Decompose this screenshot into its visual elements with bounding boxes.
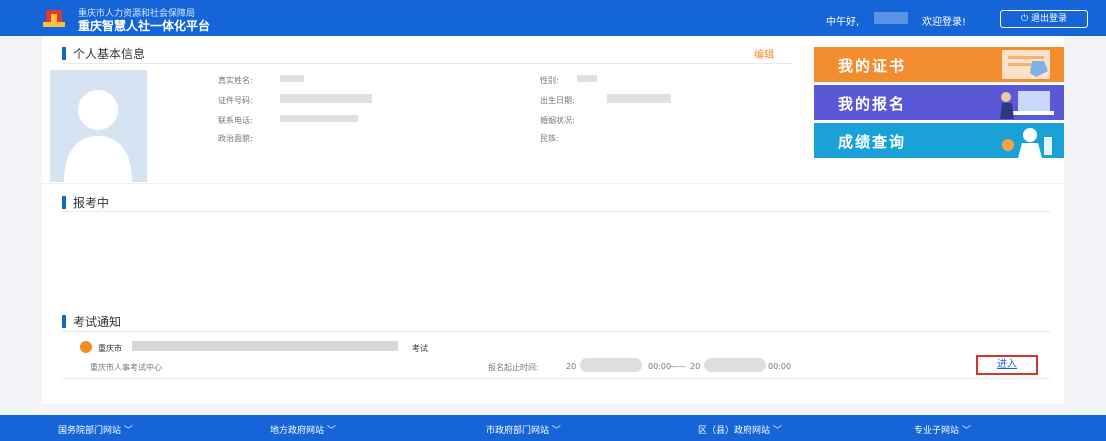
start-time: 00:00 — [648, 362, 672, 371]
emblem-logo-icon — [43, 10, 65, 27]
birthdate-label: 出生日期: — [540, 96, 575, 105]
my-registration-card[interactable]: 我的报名 — [814, 85, 1064, 120]
start-date-redacted — [580, 358, 642, 372]
footer-link-label: 专业子网站 — [914, 426, 960, 436]
enter-button[interactable]: 进入 — [976, 355, 1038, 375]
ethnicity-label: 民族: — [540, 134, 559, 143]
notice-row-divider — [62, 378, 1050, 379]
notice-divider — [62, 331, 1050, 332]
footer-link-district-gov[interactable]: 区（县）政府网站 ﹀ — [698, 423, 782, 436]
period-label: 报名起止时间: — [488, 363, 539, 372]
welcome-text: 欢迎登录! — [922, 17, 967, 28]
signup-icon — [1000, 91, 1054, 119]
birthdate-redacted — [607, 94, 671, 103]
real-name-redacted — [280, 75, 304, 82]
my-certificate-card[interactable]: 我的证书 — [814, 47, 1064, 82]
profile-section-title: 个人基本信息 — [62, 45, 145, 62]
logout-label: 退出登录 — [1030, 14, 1067, 24]
id-number-redacted — [280, 94, 372, 103]
greeting-text: 中午好, — [826, 17, 860, 28]
phone-redacted — [280, 115, 358, 122]
card-label: 我的证书 — [838, 57, 907, 75]
footer-link-label: 区（县）政府网站 — [698, 426, 771, 436]
start-year-prefix: 20 — [566, 362, 577, 371]
applying-section-title: 报考中 — [62, 194, 109, 211]
notice-exam-suffix: 考试 — [412, 344, 428, 353]
certificate-icon — [1002, 50, 1050, 79]
card-label: 成绩查询 — [838, 133, 907, 151]
exam-name-redacted — [132, 341, 398, 351]
footer-link-local-gov[interactable]: 地方政府网站 ﹀ — [270, 423, 336, 436]
end-date-redacted — [704, 358, 766, 372]
gender-label: 性别: — [540, 76, 559, 85]
footer-link-city-dept[interactable]: 市政府部门网站 ﹀ — [486, 423, 561, 436]
avatar — [50, 70, 147, 182]
end-time: 00:00 — [768, 362, 792, 371]
notice-org: 重庆市人事考试中心 — [90, 363, 162, 372]
top-bar: 重庆市人力资源和社会保障局 重庆智慧人社一体化平台 中午好, 欢迎登录! ⏻ 退… — [0, 0, 1106, 36]
gender-redacted — [577, 75, 597, 82]
user-name-redacted — [874, 12, 908, 24]
footer-link-label: 国务院部门网站 — [58, 426, 122, 436]
id-number-label: 证件号码: — [218, 96, 253, 105]
score-icon — [1002, 128, 1052, 158]
end-year-prefix: 20 — [690, 362, 701, 371]
notice-bullet-icon — [80, 341, 92, 353]
section-divider — [42, 183, 1064, 184]
footer-link-sub-sites[interactable]: 专业子网站 ﹀ — [914, 423, 971, 436]
user-silhouette-icon — [64, 90, 132, 182]
applying-divider — [62, 211, 1050, 212]
card-label: 我的报名 — [838, 95, 907, 113]
power-icon: ⏻ — [1020, 14, 1029, 24]
real-name-label: 真实姓名: — [218, 76, 253, 85]
period-separator: —— — [670, 362, 686, 371]
political-label: 政治面貌: — [218, 134, 253, 143]
score-query-card[interactable]: 成绩查询 — [814, 123, 1064, 158]
phone-label: 联系电话: — [218, 116, 253, 125]
logout-button[interactable]: ⏻ 退出登录 — [1000, 10, 1088, 28]
marital-label: 婚姻状况: — [540, 116, 575, 125]
footer-nav: 国务院部门网站 ﹀ 地方政府网站 ﹀ 市政府部门网站 ﹀ 区（县）政府网站 ﹀ … — [0, 415, 1106, 441]
notice-section-title: 考试通知 — [62, 313, 121, 330]
footer-link-state-council[interactable]: 国务院部门网站 ﹀ — [58, 423, 133, 436]
notice-city: 重庆市 — [98, 344, 122, 353]
footer-link-label: 市政府部门网站 — [486, 426, 550, 436]
footer-link-label: 地方政府网站 — [270, 426, 325, 436]
edit-profile-link[interactable]: 编辑 — [754, 46, 774, 61]
brand-title: 重庆智慧人社一体化平台 — [78, 19, 211, 33]
profile-divider — [62, 63, 792, 64]
